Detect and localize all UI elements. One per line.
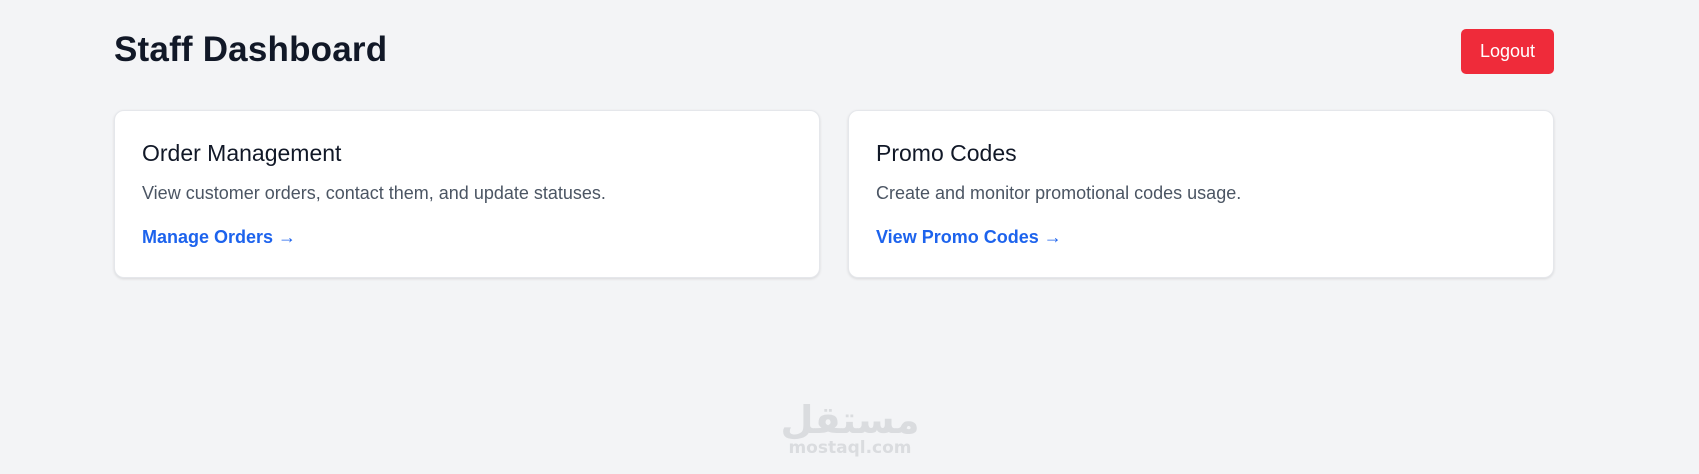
view-promo-codes-link[interactable]: View Promo Codes →	[876, 227, 1062, 248]
promo-codes-card: Promo Codes Create and monitor promotion…	[848, 110, 1554, 278]
header: Staff Dashboard Logout	[114, 0, 1554, 110]
card-title: Promo Codes	[876, 140, 1017, 166]
mostaql-watermark: مستقل mostaql.com	[780, 400, 920, 458]
card-description: View customer orders, contact them, and …	[142, 183, 606, 203]
card-description: Create and monitor promotional codes usa…	[876, 183, 1242, 203]
card-grid: Order Management View customer orders, c…	[114, 110, 1554, 278]
logout-button[interactable]: Logout	[1461, 29, 1554, 74]
card-title: Order Management	[142, 140, 342, 166]
order-management-card: Order Management View customer orders, c…	[114, 110, 820, 278]
dashboard-container: Staff Dashboard Logout Order Management …	[114, 0, 1554, 278]
watermark-arabic-text: مستقل	[780, 398, 920, 442]
manage-orders-link[interactable]: Manage Orders →	[142, 227, 296, 248]
watermark-domain-text: mostaql.com	[788, 438, 912, 458]
page-title: Staff Dashboard	[114, 30, 388, 69]
